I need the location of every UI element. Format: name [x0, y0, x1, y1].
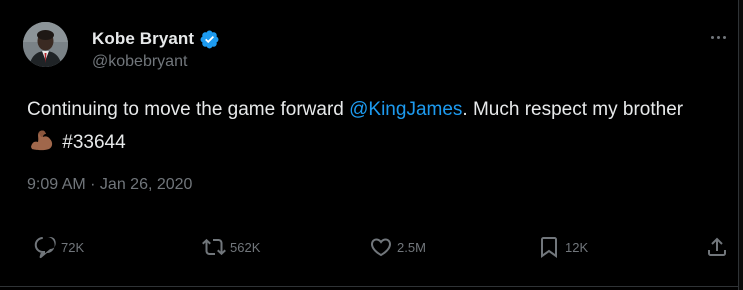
repost-button[interactable]: 562K — [202, 232, 260, 262]
share-icon — [708, 237, 726, 256]
mention-link[interactable]: @KingJames — [349, 99, 462, 120]
flexed-biceps-icon — [29, 129, 55, 151]
bookmark-count: 12K — [565, 239, 589, 255]
tweet-text-part: . Much respect my brother — [462, 99, 684, 120]
author-display-name[interactable]: Kobe Bryant — [92, 29, 194, 49]
more-options-icon[interactable] — [711, 36, 726, 39]
tweet-text-part: Continuing to move the game forward — [27, 99, 350, 120]
divider — [0, 286, 738, 290]
repost-icon — [202, 238, 226, 256]
reply-icon — [34, 237, 56, 259]
like-count: 2.5M — [397, 239, 426, 255]
like-button[interactable]: 2.5M — [369, 232, 426, 262]
reply-count: 72K — [61, 239, 85, 255]
tweet-text: Continuing to move the game forward @Kin… — [27, 93, 717, 159]
action-bar: 72K 562K 2.5M 12K — [0, 232, 738, 262]
bookmark-icon — [541, 237, 557, 258]
heart-icon — [370, 238, 392, 257]
tweet-card[interactable]: Kobe Bryant @kobebryant Continuing to mo… — [0, 0, 738, 290]
author-name-row: Kobe Bryant — [92, 28, 220, 50]
verified-badge-icon[interactable] — [199, 29, 220, 50]
repost-count: 562K — [230, 239, 261, 255]
hashtag-link[interactable]: #33644 — [57, 132, 125, 153]
author-handle[interactable]: @kobebryant — [92, 53, 187, 71]
reply-button[interactable]: 72K — [33, 232, 84, 262]
bookmark-button[interactable]: 12K — [537, 232, 588, 262]
avatar[interactable] — [23, 22, 68, 67]
scrollbar-track[interactable] — [738, 0, 743, 290]
tweet-timestamp[interactable]: 9:09 AM · Jan 26, 2020 — [27, 176, 192, 194]
share-button[interactable] — [705, 232, 729, 262]
